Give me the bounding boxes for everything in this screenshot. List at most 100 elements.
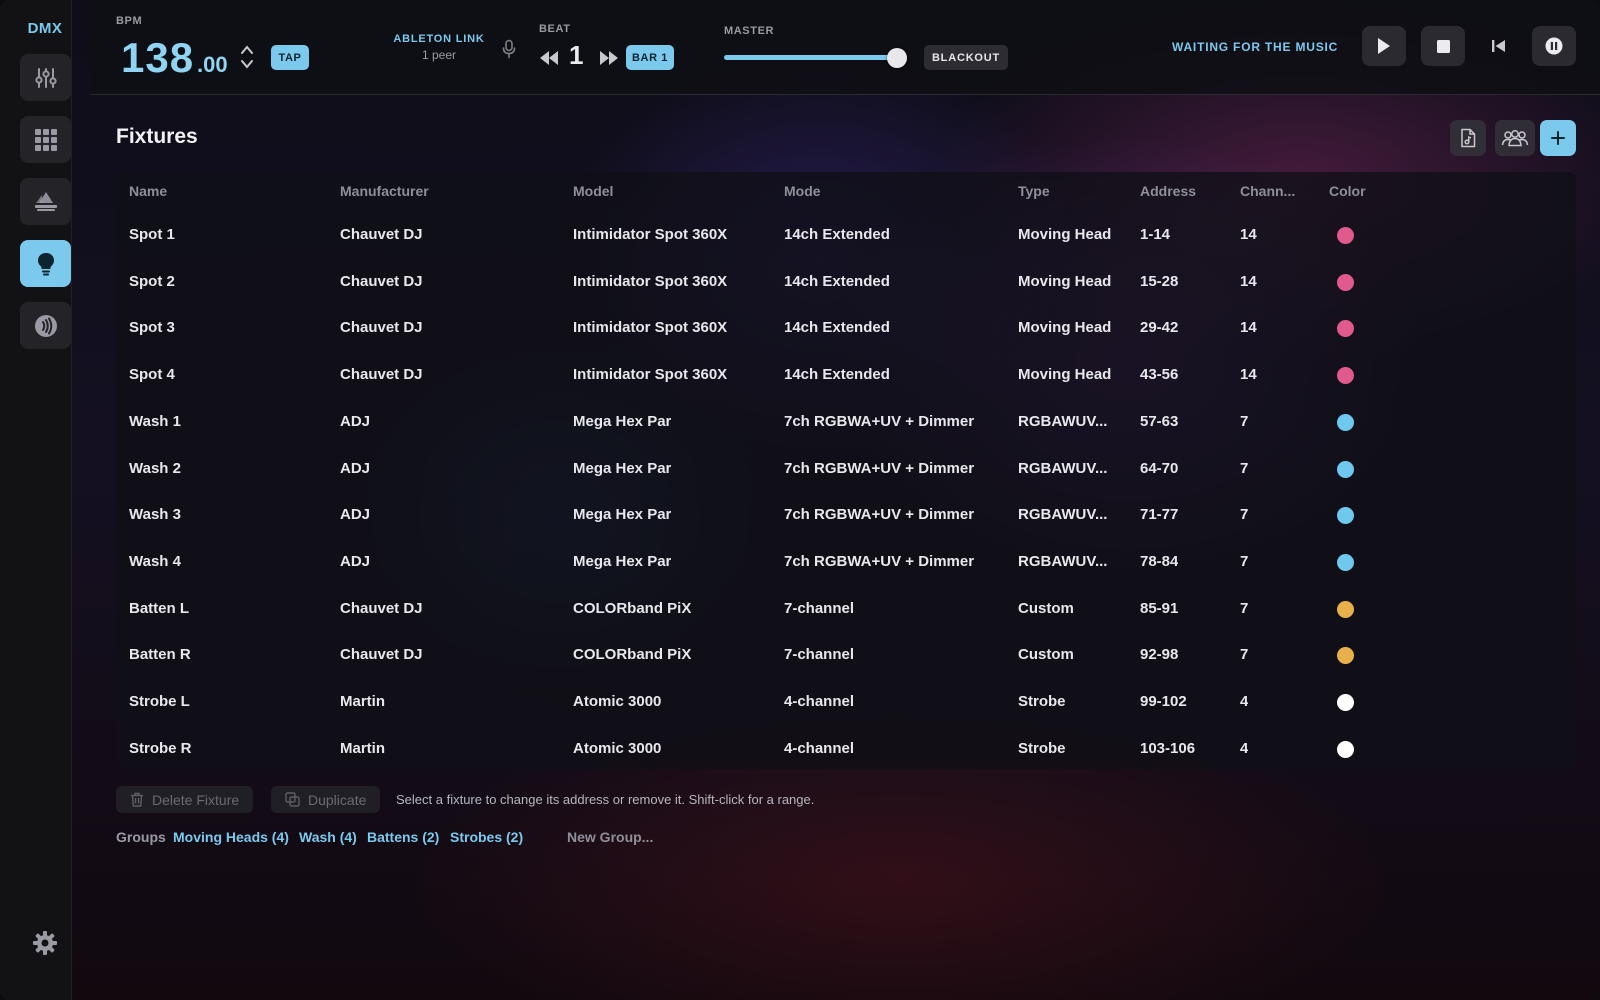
fixture-color-swatch[interactable] bbox=[1337, 227, 1354, 244]
sidebar: DMX bbox=[0, 0, 72, 1000]
beat-label: BEAT bbox=[539, 23, 571, 35]
sidebar-item-grid[interactable] bbox=[20, 116, 71, 163]
fixtures-table: Name Manufacturer Model Mode Type Addres… bbox=[116, 172, 1576, 769]
column-header-address[interactable]: Address bbox=[1140, 183, 1196, 199]
new-group-button[interactable]: New Group... bbox=[567, 829, 653, 845]
sidebar-item-fixtures[interactable] bbox=[20, 240, 71, 287]
add-fixture-button[interactable] bbox=[1540, 120, 1576, 156]
cell-name: Spot 2 bbox=[129, 272, 175, 290]
group-moving-heads[interactable]: Moving Heads (4) bbox=[173, 829, 289, 845]
table-row[interactable]: Wash 2 ADJ Mega Hex Par 7ch RGBWA+UV + Dimm… bbox=[116, 446, 1576, 493]
group-wash[interactable]: Wash (4) bbox=[299, 829, 357, 845]
cell-type: RGBAWUV... bbox=[1018, 552, 1108, 570]
import-file-button[interactable] bbox=[1450, 120, 1486, 156]
audio-file-icon bbox=[1461, 128, 1476, 148]
cell-mode: 7-channel bbox=[784, 646, 855, 664]
fixture-color-swatch[interactable] bbox=[1337, 273, 1354, 291]
gear-icon[interactable] bbox=[32, 930, 58, 956]
microphone-icon[interactable] bbox=[501, 39, 517, 59]
cell-mode: 7-channel bbox=[784, 599, 855, 617]
fast-forward-icon[interactable] bbox=[599, 51, 619, 65]
skip-back-icon bbox=[1492, 40, 1505, 52]
cell-name: Strobe R bbox=[129, 739, 192, 757]
rewind-icon[interactable] bbox=[539, 51, 559, 65]
cell-type: Strobe bbox=[1018, 739, 1066, 757]
beat-value: 1 bbox=[569, 40, 584, 70]
table-row[interactable]: Wash 3 ADJ Mega Hex Par 7ch RGBWA+UV + Dimm… bbox=[116, 492, 1576, 539]
sidebar-item-mixer[interactable] bbox=[20, 54, 71, 101]
cell-mode: 7ch RGBWA+UV + Dimmer bbox=[784, 552, 975, 570]
blackout-button[interactable]: BLACKOUT bbox=[924, 45, 1008, 70]
fixture-color-swatch[interactable] bbox=[1337, 694, 1354, 711]
column-header-mode[interactable]: Mode bbox=[784, 183, 821, 199]
cell-channels: 7 bbox=[1240, 506, 1249, 524]
cell-channels: 14 bbox=[1240, 366, 1257, 384]
trash-icon bbox=[131, 792, 143, 807]
cell-manufacturer: Chauvet DJ bbox=[340, 272, 423, 290]
tap-button[interactable]: TAP bbox=[271, 45, 309, 70]
column-header-channels[interactable]: Chann... bbox=[1240, 183, 1295, 199]
column-header-manufacturer[interactable]: Manufacturer bbox=[340, 183, 429, 199]
selection-hint: Select a fixture to change its address o… bbox=[396, 792, 815, 807]
fixture-color-swatch[interactable] bbox=[1337, 367, 1354, 385]
column-header-type[interactable]: Type bbox=[1018, 183, 1050, 199]
table-row[interactable]: Spot 3 Chauvet DJ Intimidator Spot 360X 14c… bbox=[116, 305, 1576, 352]
group-strobes[interactable]: Strobes (2) bbox=[450, 829, 523, 845]
duplicate-button[interactable]: Duplicate bbox=[271, 786, 381, 813]
table-row[interactable]: Strobe R Martin Atomic 3000 4-channel Strobe… bbox=[116, 726, 1576, 773]
cell-model: Atomic 3000 bbox=[573, 739, 662, 757]
master-slider[interactable] bbox=[724, 55, 902, 60]
sidebar-item-stage[interactable] bbox=[20, 178, 71, 225]
table-row[interactable]: Strobe L Martin Atomic 3000 4-channel Strobe… bbox=[116, 679, 1576, 726]
table-row[interactable]: Wash 1 ADJ Mega Hex Par 7ch RGBWA+UV + Dimm… bbox=[116, 399, 1576, 446]
table-header: Name Manufacturer Model Mode Type Addres… bbox=[116, 172, 1576, 212]
table-row[interactable]: Wash 4 ADJ Mega Hex Par 7ch RGBWA+UV + Dimm… bbox=[116, 539, 1576, 586]
fixture-color-swatch[interactable] bbox=[1337, 740, 1354, 758]
table-row[interactable]: Spot 2 Chauvet DJ Intimidator Spot 360X 14c… bbox=[116, 259, 1576, 306]
column-header-model[interactable]: Model bbox=[573, 183, 613, 199]
cell-model: Mega Hex Par bbox=[573, 506, 672, 524]
fixture-color-swatch[interactable] bbox=[1337, 600, 1354, 618]
sliders-icon bbox=[34, 67, 57, 88]
bar-badge[interactable]: BAR 1 bbox=[626, 45, 674, 70]
cell-channels: 7 bbox=[1240, 552, 1249, 570]
cell-mode: 7ch RGBWA+UV + Dimmer bbox=[784, 412, 975, 430]
table-row[interactable]: Batten R Chauvet DJ COLORband PiX 7-channel… bbox=[116, 632, 1576, 679]
table-row[interactable]: Spot 1 Chauvet DJ Intimidator Spot 360X 14c… bbox=[116, 212, 1576, 259]
sidebar-item-audio[interactable] bbox=[20, 302, 71, 349]
table-row[interactable]: Batten L Chauvet DJ COLORband PiX 7-channel… bbox=[116, 586, 1576, 633]
master-slider-knob[interactable] bbox=[886, 48, 907, 68]
pause-button[interactable] bbox=[1532, 26, 1576, 66]
cell-model: COLORband PiX bbox=[573, 599, 692, 617]
stop-button[interactable] bbox=[1421, 26, 1465, 66]
cell-manufacturer: Martin bbox=[340, 693, 385, 710]
cell-manufacturer: Chauvet DJ bbox=[340, 646, 423, 664]
cell-name: Wash 4 bbox=[129, 552, 181, 570]
fixture-color-swatch[interactable] bbox=[1337, 647, 1354, 665]
column-header-name[interactable]: Name bbox=[129, 183, 167, 199]
column-header-color[interactable]: Color bbox=[1329, 183, 1366, 199]
fixture-color-swatch[interactable] bbox=[1337, 460, 1354, 478]
fixture-color-swatch[interactable] bbox=[1337, 507, 1354, 525]
ableton-link-label[interactable]: ABLETON LINK bbox=[389, 33, 489, 45]
skip-back-button[interactable] bbox=[1477, 26, 1521, 66]
cell-address: 85-91 bbox=[1140, 599, 1179, 617]
group-battens[interactable]: Battens (2) bbox=[367, 829, 439, 845]
cell-type: Moving Head bbox=[1018, 272, 1112, 290]
groups-button[interactable] bbox=[1495, 120, 1535, 156]
cell-mode: 14ch Extended bbox=[784, 226, 890, 243]
fixture-color-swatch[interactable] bbox=[1337, 320, 1354, 338]
fixture-color-swatch[interactable] bbox=[1337, 413, 1354, 431]
table-row[interactable]: Spot 4 Chauvet DJ Intimidator Spot 360X 14c… bbox=[116, 352, 1576, 399]
cell-channels: 14 bbox=[1240, 226, 1257, 243]
cell-name: Spot 4 bbox=[129, 366, 175, 384]
cell-name: Batten L bbox=[129, 599, 189, 617]
play-button[interactable] bbox=[1362, 26, 1406, 66]
delete-fixture-button[interactable]: Delete Fixture bbox=[116, 786, 254, 813]
cell-mode: 4-channel bbox=[784, 739, 855, 757]
fixture-color-swatch[interactable] bbox=[1337, 553, 1354, 571]
bpm-stepper-icon[interactable] bbox=[239, 42, 255, 72]
bpm-value[interactable]: 138 bbox=[121, 34, 194, 82]
cell-name: Strobe L bbox=[129, 693, 190, 710]
cell-channels: 4 bbox=[1240, 693, 1249, 710]
